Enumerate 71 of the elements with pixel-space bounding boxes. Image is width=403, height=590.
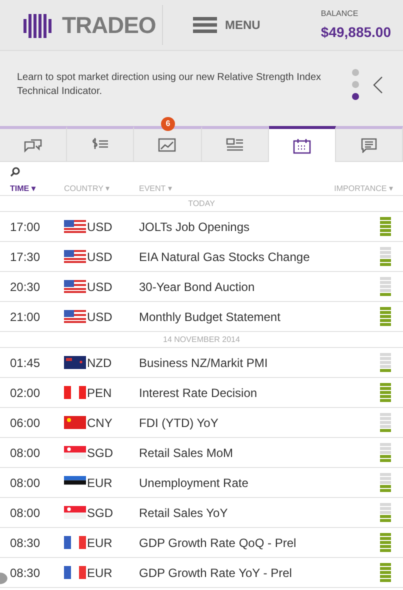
menu-button[interactable]: MENU xyxy=(193,16,260,34)
currency-code: SGD xyxy=(87,504,114,522)
message-icon xyxy=(358,137,379,153)
event-name: GDP Growth Rate QoQ - Prel xyxy=(139,534,296,552)
chevron-left-icon[interactable] xyxy=(373,76,383,94)
currency-code: EUR xyxy=(87,564,112,582)
news-icon xyxy=(224,137,245,153)
event-time: 01:45 xyxy=(10,354,42,372)
event-time: 20:30 xyxy=(10,278,42,296)
column-header[interactable]: TIME ▾ xyxy=(10,182,64,194)
event-name: Retail Sales MoM xyxy=(139,444,234,462)
flag-icon xyxy=(64,250,86,263)
calendar-icon xyxy=(292,138,312,154)
chat-bubbles-icon xyxy=(23,137,44,153)
event-time: 17:00 xyxy=(10,218,42,236)
event-name: Retail Sales YoY xyxy=(139,504,228,522)
flag-icon xyxy=(64,356,86,369)
flag-icon xyxy=(64,536,86,549)
event-name: GDP Growth Rate YoY - Prel xyxy=(139,564,292,582)
tab[interactable] xyxy=(268,126,336,162)
flag-icon xyxy=(64,566,86,579)
event-time: 21:00 xyxy=(10,308,42,326)
tab[interactable] xyxy=(134,126,202,162)
column-header[interactable]: EVENT ▾ xyxy=(139,182,172,194)
event-time: 02:00 xyxy=(10,384,42,402)
line-chart-icon xyxy=(157,137,178,153)
event-name: JOLTs Job Openings xyxy=(139,218,250,236)
menu-icon xyxy=(193,17,217,33)
balance-amount: $49,885.00 xyxy=(320,22,391,42)
logo-text: TRADEO xyxy=(62,10,156,40)
event-time: 17:30 xyxy=(10,248,42,266)
event-time: 08:00 xyxy=(10,474,42,492)
currency-code: CNY xyxy=(87,414,112,432)
tab[interactable] xyxy=(336,126,403,162)
currency-code: EUR xyxy=(87,474,112,492)
event-name: Monthly Budget Statement xyxy=(139,308,280,326)
currency-code: USD xyxy=(87,218,112,236)
event-name: EIA Natural Gas Stocks Change xyxy=(139,248,310,266)
flag-icon xyxy=(64,310,86,323)
balance-label: BALANCE xyxy=(320,8,358,20)
flag-icon xyxy=(64,446,86,459)
currency-code: SGD xyxy=(87,444,114,462)
event-name: 30-Year Bond Auction xyxy=(139,278,255,296)
flag-icon xyxy=(64,386,86,399)
event-name: FDI (YTD) YoY xyxy=(139,414,218,432)
column-header[interactable]: IMPORTANCE ▾ xyxy=(334,182,393,194)
event-time: 08:00 xyxy=(10,504,42,522)
flag-icon xyxy=(64,506,86,519)
tab[interactable] xyxy=(202,126,269,162)
currency-code: USD xyxy=(87,278,112,296)
flag-icon xyxy=(64,416,86,429)
event-name: Business NZ/Markit PMI xyxy=(139,354,268,372)
event-time: 06:00 xyxy=(10,414,42,432)
tab[interactable] xyxy=(0,126,68,162)
flag-icon xyxy=(64,220,86,233)
search-icon[interactable] xyxy=(10,167,20,177)
currency-code: PEN xyxy=(87,384,112,402)
date-heading: 14 NOVEMBER 2014 xyxy=(163,334,240,346)
event-time: 08:30 xyxy=(10,534,42,552)
event-time: 08:30 xyxy=(10,564,42,582)
currency-code: USD xyxy=(87,248,112,266)
currency-code: EUR xyxy=(87,534,112,552)
event-name: Interest Rate Decision xyxy=(139,384,258,402)
date-heading: TODAY xyxy=(188,198,215,210)
event-time: 08:00 xyxy=(10,444,42,462)
event-name: Unemployment Rate xyxy=(139,474,248,492)
column-header[interactable]: COUNTRY ▾ xyxy=(64,182,139,194)
currency-code: NZD xyxy=(87,354,112,372)
flag-icon xyxy=(64,280,86,293)
banner-text: Learn to spot market direction using our new Relative Strength Index Technical Indicator. xyxy=(17,70,322,98)
currency-code: USD xyxy=(87,308,112,326)
